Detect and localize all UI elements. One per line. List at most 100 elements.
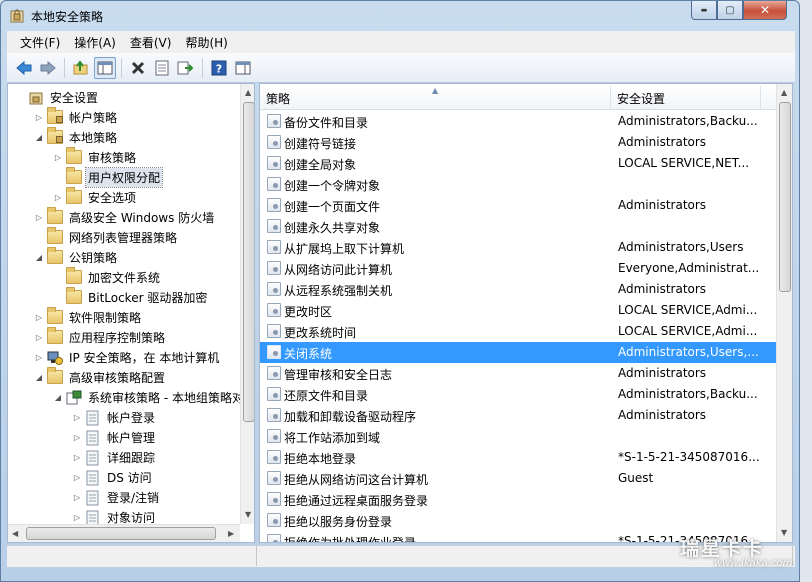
- policy-row[interactable]: 从网络访问此计算机 Everyone,Administrat...: [260, 258, 776, 279]
- menu-help[interactable]: 帮助(H): [178, 34, 234, 51]
- menu-file[interactable]: 文件(F): [13, 34, 67, 51]
- tree-item[interactable]: ◢ 系统审核策略 - 本地组策略对象: [53, 387, 254, 407]
- tree-item[interactable]: ▷ 登录/注销: [72, 487, 161, 507]
- expand-icon[interactable]: ▷: [72, 413, 82, 422]
- scroll-up-icon[interactable]: ▲: [245, 88, 251, 97]
- tree-item[interactable]: ◢ 高级审核策略配置: [34, 367, 167, 387]
- policy-name: 从网络访问此计算机: [284, 263, 393, 277]
- tree-item[interactable]: ▷ DS 访问: [72, 467, 154, 487]
- tree-item[interactable]: ▷ 详细跟踪: [72, 447, 157, 467]
- expand-icon[interactable]: ▷: [72, 513, 82, 522]
- policy-row[interactable]: 从扩展坞上取下计算机 Administrators,Users: [260, 237, 776, 258]
- status-pane-left: [7, 546, 257, 566]
- audit-category-icon: [85, 430, 101, 446]
- tree-scroll-thumb[interactable]: [243, 102, 254, 422]
- up-one-level-button[interactable]: [70, 57, 92, 79]
- tree-item[interactable]: ▷ 应用程序控制策略: [34, 327, 167, 347]
- menu-action[interactable]: 操作(A): [67, 34, 123, 51]
- show-hide-tree-button[interactable]: [94, 56, 116, 79]
- policy-row[interactable]: 加载和卸载设备驱动程序 Administrators: [260, 405, 776, 426]
- maximize-button[interactable]: ▢: [717, 1, 743, 20]
- expand-icon[interactable]: ▷: [34, 333, 44, 342]
- show-action-pane-button[interactable]: [232, 57, 254, 79]
- delete-button[interactable]: [127, 57, 149, 79]
- policy-row[interactable]: 管理审核和安全日志 Administrators: [260, 363, 776, 384]
- tree-item[interactable]: 加密文件系统: [53, 267, 162, 287]
- policy-row[interactable]: 创建一个令牌对象: [260, 174, 776, 195]
- policy-icon: [267, 513, 281, 527]
- tree-item-label: 本地策略: [69, 130, 118, 145]
- list-vertical-scrollbar[interactable]: ▲ ▼: [776, 84, 792, 542]
- policy-name: 更改系统时间: [284, 326, 357, 340]
- help-button[interactable]: ?: [208, 57, 230, 79]
- policy-name: 创建全局对象: [284, 158, 357, 172]
- policy-row[interactable]: 创建一个页面文件 Administrators: [260, 195, 776, 216]
- minimize-button[interactable]: ▬: [691, 1, 717, 20]
- policy-list[interactable]: 策略 ▲ 安全设置 备份文件和目录 Administrators,Backu...…: [259, 83, 793, 543]
- list-scroll-thumb[interactable]: [779, 102, 791, 292]
- tree-item[interactable]: ▷ IP 安全策略，在 本地计算机: [34, 347, 221, 367]
- policy-icon: [267, 114, 281, 128]
- policy-row[interactable]: 备份文件和目录 Administrators,Backu...: [260, 111, 776, 132]
- expand-icon[interactable]: ▷: [72, 493, 82, 502]
- tree-item[interactable]: ▷ 高级安全 Windows 防火墙: [34, 207, 216, 227]
- tree-item[interactable]: ▷ 帐户管理: [72, 427, 157, 447]
- expand-icon[interactable]: ▷: [34, 353, 44, 362]
- back-button[interactable]: [13, 57, 35, 79]
- policy-row[interactable]: 关闭系统 Administrators,Users,...: [260, 342, 776, 363]
- expand-icon[interactable]: ▷: [34, 213, 44, 222]
- expand-icon[interactable]: ▷: [53, 193, 63, 202]
- tree-item[interactable]: ◢ 公钥策略: [34, 247, 119, 267]
- expand-icon[interactable]: ▷: [34, 113, 44, 122]
- policy-row[interactable]: 创建符号链接 Administrators: [260, 132, 776, 153]
- scroll-left-icon[interactable]: ◀: [12, 529, 18, 538]
- tree-item[interactable]: 网络列表管理器策略: [34, 227, 179, 247]
- policy-row[interactable]: 还原文件和目录 Administrators,Backu...: [260, 384, 776, 405]
- close-button[interactable]: ✕: [743, 1, 787, 20]
- tree-item[interactable]: BitLocker 驱动器加密: [53, 287, 209, 307]
- expand-icon[interactable]: ▷: [72, 473, 82, 482]
- tree-item[interactable]: ▷ 安全选项: [53, 187, 138, 207]
- policy-row[interactable]: 拒绝从网络访问这台计算机 Guest: [260, 468, 776, 489]
- policy-row[interactable]: 更改时区 LOCAL SERVICE,Admi...: [260, 300, 776, 321]
- title-bar[interactable]: 本地安全策略 ▬ ▢ ✕: [1, 1, 799, 31]
- forward-button[interactable]: [37, 57, 59, 79]
- tree-horizontal-scrollbar[interactable]: ◀ ▶: [8, 524, 240, 542]
- navigation-tree[interactable]: 安全设置 ▷ 帐户策略 ◢ 本地策略 ▷ 审核策略 用户权限分配 ▷ 安全选项 ▷ 高级安全 Wind…: [7, 83, 255, 543]
- menu-view[interactable]: 查看(V): [123, 34, 179, 51]
- policy-row[interactable]: 更改系统时间 LOCAL SERVICE,Admi...: [260, 321, 776, 342]
- collapse-icon[interactable]: ◢: [34, 133, 44, 142]
- tree-item[interactable]: ▷ 审核策略: [53, 147, 138, 167]
- scroll-right-icon[interactable]: ▶: [228, 529, 234, 538]
- tree-hscroll-thumb[interactable]: [26, 527, 216, 540]
- policy-row[interactable]: 拒绝本地登录 *S-1-5-21-345087016...: [260, 447, 776, 468]
- tree-item[interactable]: ▷ 帐户登录: [72, 407, 157, 427]
- tree-item[interactable]: ◢ 本地策略: [34, 127, 119, 147]
- policy-row[interactable]: 将工作站添加到域: [260, 426, 776, 447]
- tree-item[interactable]: 安全设置: [15, 87, 100, 107]
- column-header-setting[interactable]: 安全设置: [611, 86, 761, 110]
- export-list-button[interactable]: [175, 57, 197, 79]
- tree-item[interactable]: ▷ 帐户策略: [34, 107, 119, 127]
- expand-icon[interactable]: ▷: [53, 153, 63, 162]
- scroll-down-icon[interactable]: ▼: [245, 510, 251, 519]
- tree-item-label: DS 访问: [107, 470, 152, 485]
- tree-item[interactable]: 用户权限分配: [53, 166, 164, 188]
- policy-row[interactable]: 创建全局对象 LOCAL SERVICE,NET...: [260, 153, 776, 174]
- policy-row[interactable]: 拒绝通过远程桌面服务登录: [260, 489, 776, 510]
- collapse-icon[interactable]: ◢: [34, 373, 44, 382]
- policy-icon: [267, 156, 281, 170]
- policy-row[interactable]: 从远程系统强制关机 Administrators: [260, 279, 776, 300]
- tree-item-label: 登录/注销: [107, 490, 160, 505]
- policy-name: 加载和卸载设备驱动程序: [284, 410, 417, 424]
- policy-row[interactable]: 创建永久共享对象: [260, 216, 776, 237]
- tree-vertical-scrollbar[interactable]: ▲ ▼: [240, 84, 254, 524]
- expand-icon[interactable]: ▷: [34, 313, 44, 322]
- scroll-up-icon[interactable]: ▲: [781, 88, 787, 97]
- collapse-icon[interactable]: ◢: [53, 393, 63, 402]
- tree-item[interactable]: ▷ 软件限制策略: [34, 307, 143, 327]
- collapse-icon[interactable]: ◢: [34, 253, 44, 262]
- expand-icon[interactable]: ▷: [72, 453, 82, 462]
- properties-button[interactable]: [151, 57, 173, 79]
- expand-icon[interactable]: ▷: [72, 433, 82, 442]
